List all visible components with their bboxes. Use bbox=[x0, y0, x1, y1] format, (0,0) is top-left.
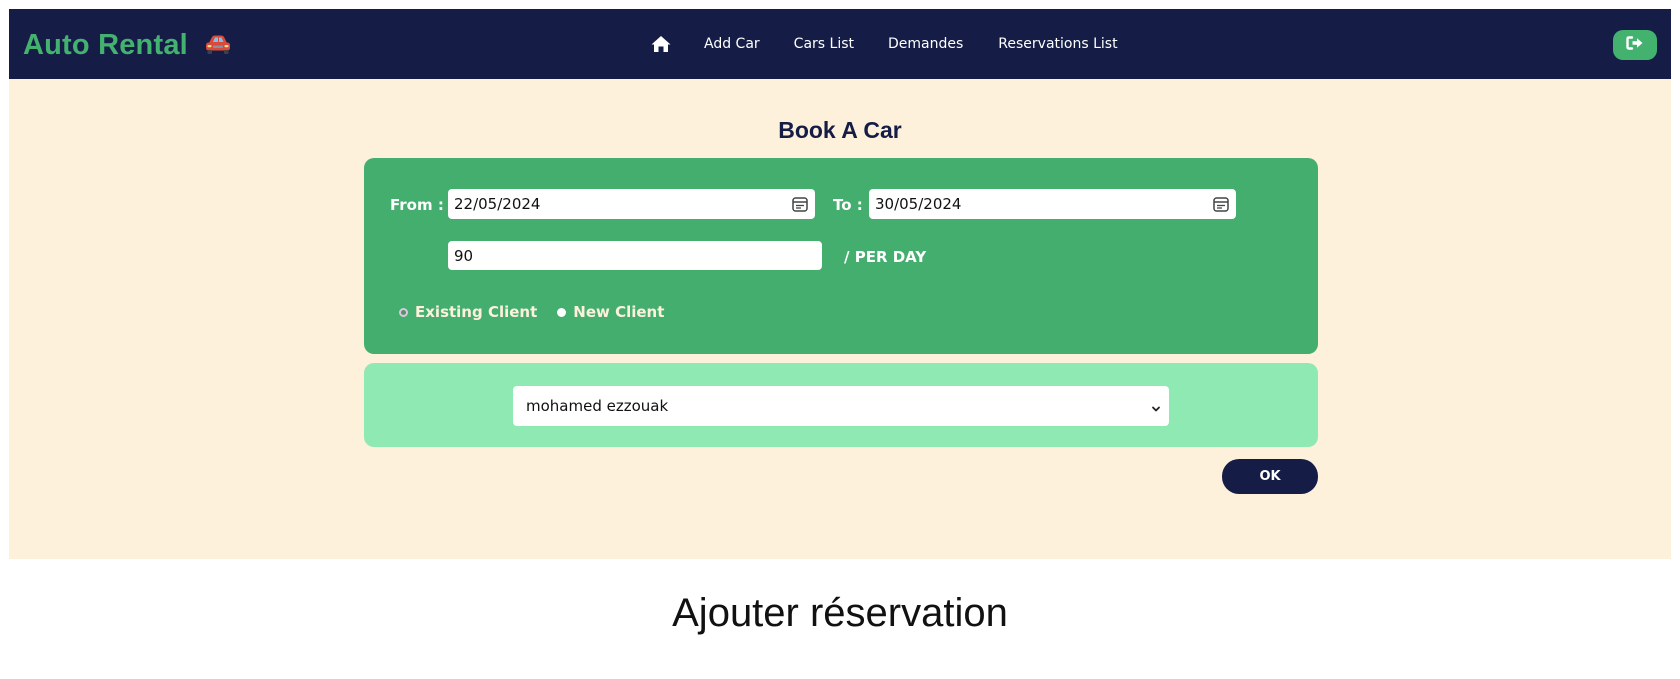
radio-new-client[interactable]: New Client bbox=[557, 303, 664, 321]
main-nav: Add Car Cars List Demandes Reservations … bbox=[650, 32, 1118, 56]
calendar-icon[interactable] bbox=[1212, 195, 1230, 213]
radio-existing-label: Existing Client bbox=[415, 303, 538, 321]
logout-icon bbox=[1625, 35, 1645, 55]
to-date-value: 30/05/2024 bbox=[875, 195, 962, 213]
client-select-value: mohamed ezzouak bbox=[526, 397, 669, 415]
car-icon bbox=[202, 33, 234, 57]
brand[interactable]: Auto Rental bbox=[23, 27, 234, 63]
from-label: From : bbox=[390, 196, 444, 214]
price-per-day-input[interactable]: 90 bbox=[448, 241, 822, 270]
page-title: Book A Car bbox=[778, 117, 902, 143]
home-icon[interactable] bbox=[650, 34, 672, 54]
nav-add-car[interactable]: Add Car bbox=[704, 36, 760, 52]
calendar-icon[interactable] bbox=[791, 195, 809, 213]
to-date-input[interactable]: 30/05/2024 bbox=[869, 189, 1236, 219]
price-suffix: / PER DAY bbox=[844, 248, 927, 266]
logout-button[interactable] bbox=[1613, 30, 1657, 60]
app-window: Auto Rental Add Car Cars List Demandes R… bbox=[9, 9, 1671, 559]
client-type-radio-group: Existing Client New Client bbox=[399, 302, 664, 322]
figure-caption: Ajouter réservation bbox=[672, 591, 1008, 635]
radio-new-label: New Client bbox=[573, 303, 665, 321]
brand-name: Auto Rental bbox=[23, 28, 188, 61]
radio-existing-client[interactable]: Existing Client bbox=[399, 303, 537, 321]
booking-form: From : 22/05/2024 To : 30/05/2024 90 / P… bbox=[364, 158, 1318, 354]
client-select[interactable]: mohamed ezzouak bbox=[513, 386, 1169, 426]
price-value: 90 bbox=[454, 246, 474, 265]
to-label: To : bbox=[833, 196, 863, 214]
radio-button[interactable] bbox=[399, 307, 408, 317]
nav-demandes[interactable]: Demandes bbox=[888, 36, 963, 52]
from-date-value: 22/05/2024 bbox=[454, 195, 541, 213]
ok-button[interactable]: OK bbox=[1222, 459, 1318, 494]
radio-button[interactable] bbox=[557, 307, 567, 317]
nav-cars-list[interactable]: Cars List bbox=[794, 36, 854, 52]
client-select-panel: mohamed ezzouak bbox=[364, 363, 1318, 447]
top-navbar: Auto Rental Add Car Cars List Demandes R… bbox=[9, 9, 1671, 79]
chevron-down-icon bbox=[1151, 400, 1161, 412]
from-date-input[interactable]: 22/05/2024 bbox=[448, 189, 815, 219]
nav-reservations-list[interactable]: Reservations List bbox=[998, 36, 1117, 52]
